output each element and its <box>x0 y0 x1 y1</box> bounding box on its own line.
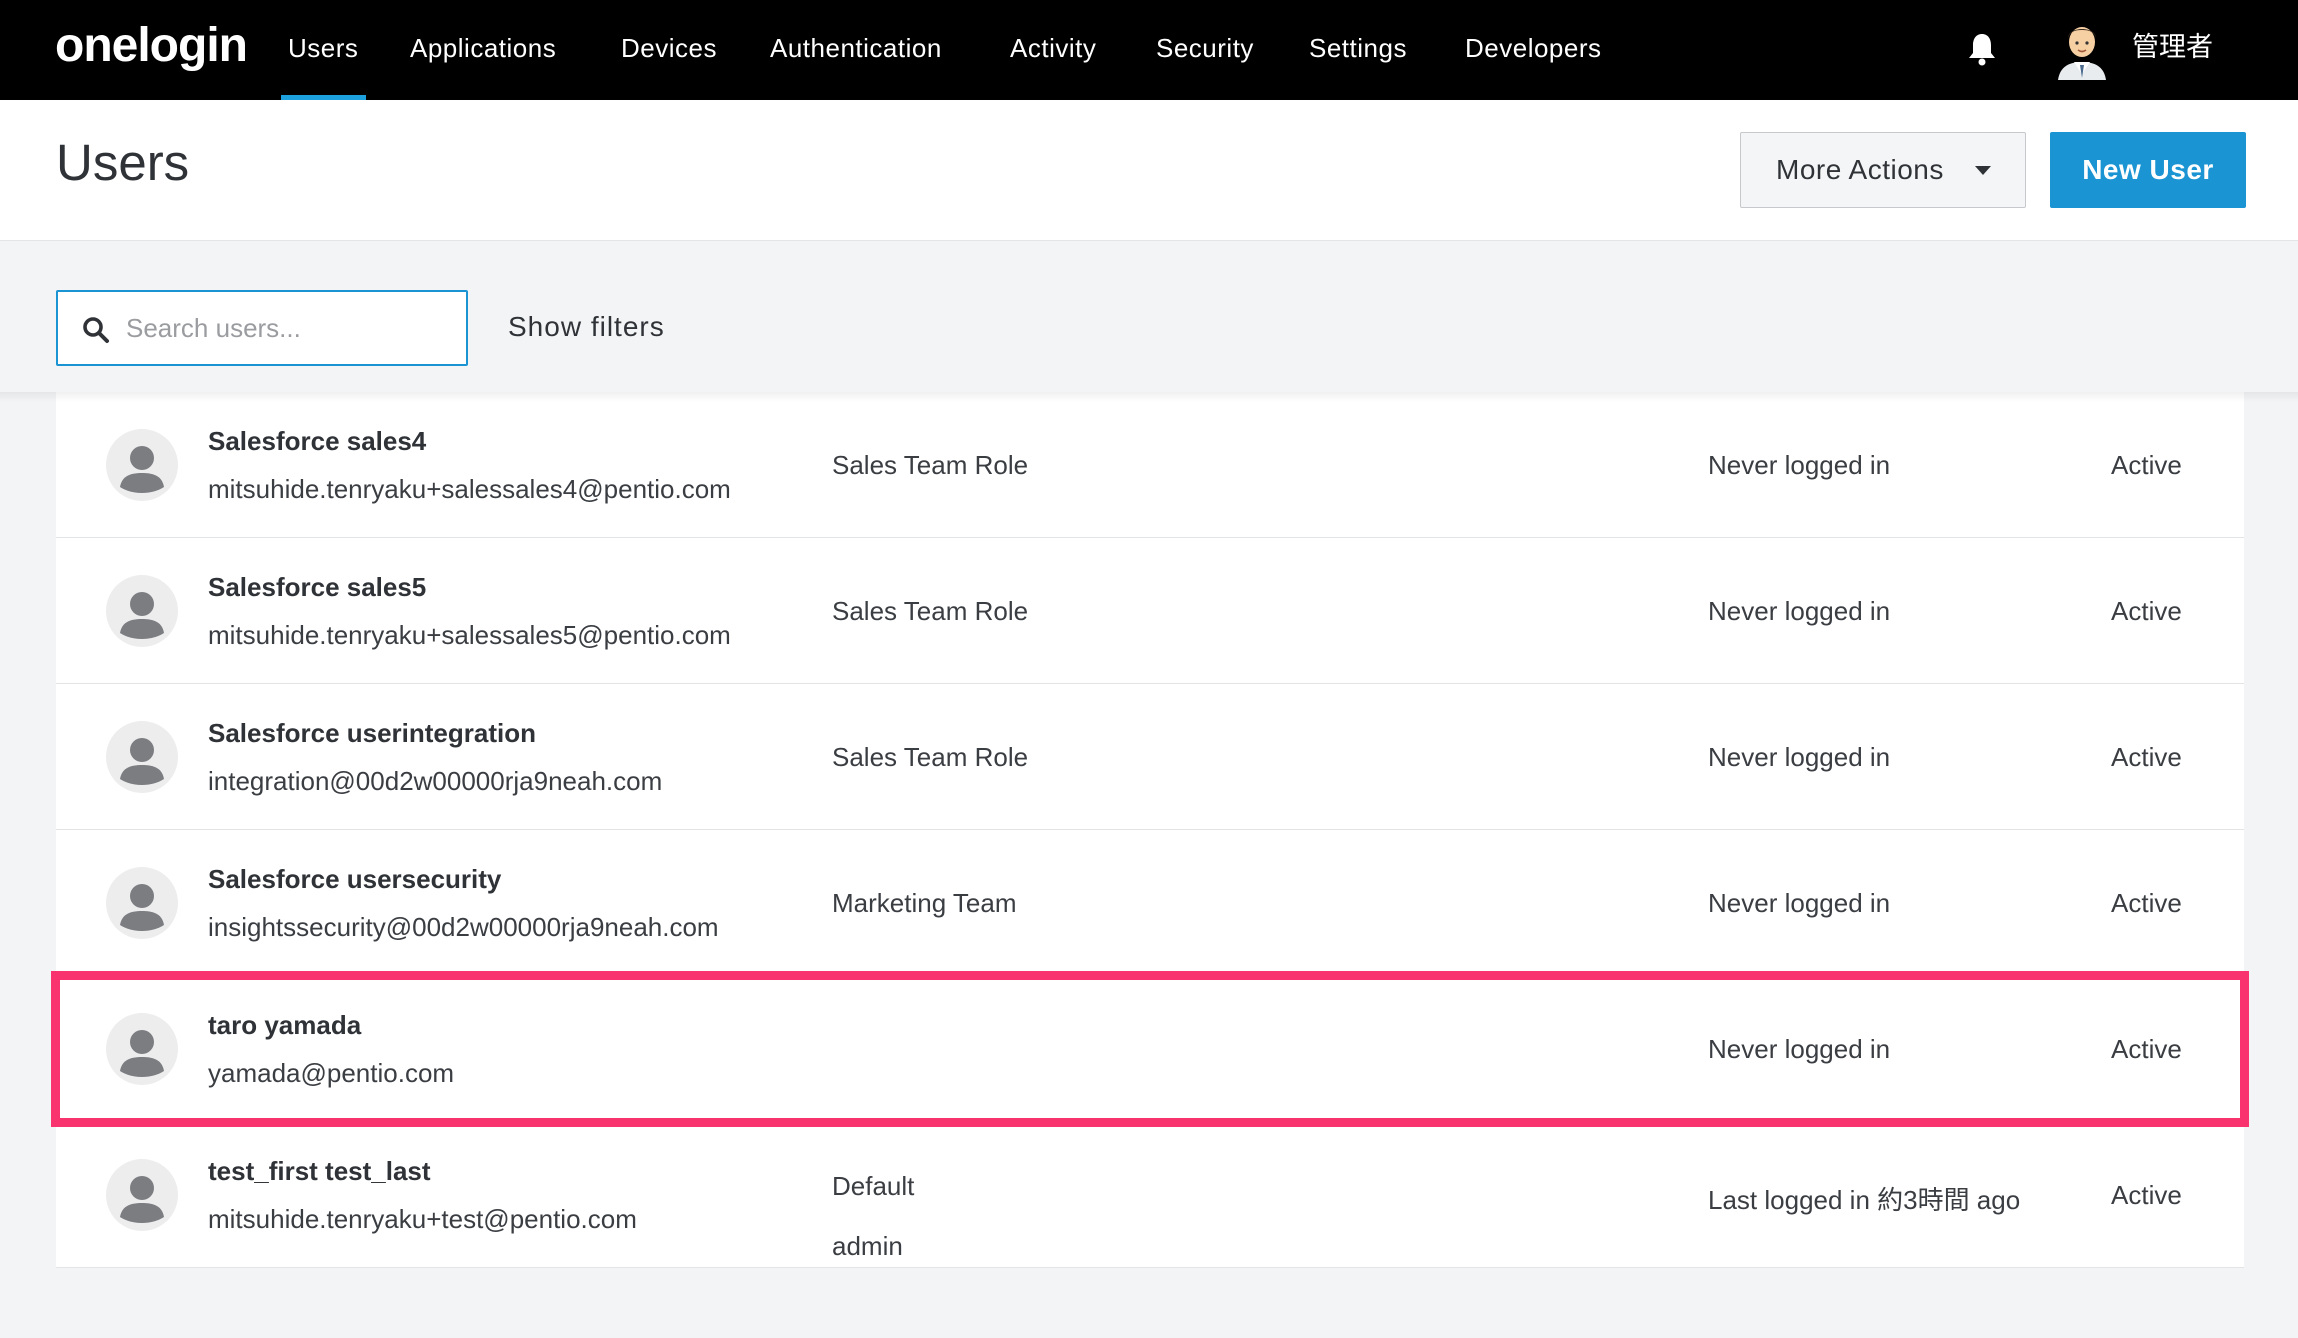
user-row[interactable]: Salesforce sales5 mitsuhide.tenryaku+sal… <box>56 538 2244 684</box>
page-title: Users <box>56 134 190 191</box>
user-last-login: Never logged in <box>1708 596 1891 626</box>
caret-down-icon <box>1975 166 1991 175</box>
user-role: admin <box>832 1231 903 1261</box>
user-list-viewport[interactable]: Salesforce sales3 mitsuhide.tenryaku+sal… <box>0 392 2298 1338</box>
admin-avatar-icon[interactable] <box>2052 18 2112 80</box>
nav-devices[interactable]: Devices <box>621 0 717 100</box>
nav-users[interactable]: Users <box>280 0 367 100</box>
search-box[interactable] <box>56 290 468 366</box>
onelogin-logo[interactable]: onelogin <box>55 18 248 73</box>
top-navigation: onelogin Users Applications Devices Auth… <box>0 0 2298 100</box>
user-row[interactable]: Salesforce sales4 mitsuhide.tenryaku+sal… <box>56 392 2244 538</box>
user-avatar-icon <box>106 721 178 793</box>
nav-activity[interactable]: Activity <box>1010 0 1096 100</box>
user-last-login: Never logged in <box>1708 1034 1891 1064</box>
user-role: Sales Team Role <box>832 742 1029 772</box>
user-roles: Marketing Team <box>832 888 1017 919</box>
user-email: insightssecurity@00d2w00000rja9neah.com <box>208 912 719 942</box>
user-status: Active <box>2111 1180 2182 1210</box>
show-filters-link[interactable]: Show filters <box>508 242 665 412</box>
user-status: Active <box>2111 596 2182 626</box>
nav-settings[interactable]: Settings <box>1309 0 1407 100</box>
more-actions-label: More Actions <box>1776 154 1944 185</box>
user-roles: Sales Team Role <box>832 742 1028 773</box>
user-avatar-icon <box>106 1013 178 1085</box>
user-status: Active <box>2111 1034 2182 1064</box>
user-row[interactable]: Salesforce usersecurity insightssecurity… <box>56 830 2244 976</box>
more-actions-button[interactable]: More Actions <box>1740 132 2026 208</box>
user-last-login: Last logged in 約3時間 ago <box>1708 1185 2021 1215</box>
nav-security[interactable]: Security <box>1156 0 1254 100</box>
user-role: Sales Team Role <box>832 596 1029 626</box>
search-input[interactable] <box>126 302 456 354</box>
user-name[interactable]: test_first test_last <box>208 1156 431 1187</box>
page-header: Users More Actions New User <box>0 100 2298 241</box>
admin-name[interactable]: 管理者 <box>2132 0 2213 96</box>
user-last-login: Never logged in <box>1708 450 1891 480</box>
user-name[interactable]: Salesforce usersecurity <box>208 864 501 895</box>
nav-applications[interactable]: Applications <box>410 0 556 100</box>
user-name[interactable]: Salesforce sales5 <box>208 572 426 603</box>
user-roles: Sales Team Role <box>832 450 1028 481</box>
user-role: Marketing Team <box>832 888 1017 918</box>
user-email: mitsuhide.tenryaku+salessales4@pentio.co… <box>208 474 731 504</box>
user-status: Active <box>2111 888 2182 918</box>
user-roles: Default admin <box>832 1156 914 1276</box>
user-avatar-icon <box>106 1159 178 1231</box>
user-status: Active <box>2111 450 2182 480</box>
user-row[interactable]: test_first test_last mitsuhide.tenryaku+… <box>56 1122 2244 1268</box>
user-email: integration@00d2w00000rja9neah.com <box>208 766 663 796</box>
user-list: Salesforce sales3 mitsuhide.tenryaku+sal… <box>51 392 2249 1268</box>
user-role: Default <box>832 1171 915 1201</box>
user-role: Sales Team Role <box>832 450 1029 480</box>
user-email: yamada@pentio.com <box>208 1058 455 1088</box>
user-last-login: Never logged in <box>1708 742 1891 772</box>
search-icon <box>83 317 109 343</box>
nav-authentication[interactable]: Authentication <box>770 0 942 100</box>
user-name[interactable]: taro yamada <box>208 1010 361 1041</box>
user-row-highlighted[interactable]: taro yamada yamada@pentio.com Never logg… <box>51 971 2249 1127</box>
user-avatar-icon <box>106 575 178 647</box>
user-row[interactable]: Salesforce userintegration integration@0… <box>56 684 2244 830</box>
search-toolbar: Show filters <box>0 242 2298 392</box>
user-avatar-icon <box>106 867 178 939</box>
user-name[interactable]: Salesforce sales4 <box>208 426 426 457</box>
user-name[interactable]: Salesforce userintegration <box>208 718 536 749</box>
nav-developers[interactable]: Developers <box>1465 0 1602 100</box>
user-status: Active <box>2111 742 2182 772</box>
user-email: mitsuhide.tenryaku+salessales5@pentio.co… <box>208 620 731 650</box>
bell-icon[interactable] <box>1966 32 1998 66</box>
user-last-login: Never logged in <box>1708 888 1891 918</box>
user-avatar-icon <box>106 429 178 501</box>
new-user-button[interactable]: New User <box>2050 132 2246 208</box>
list-top-shadow <box>0 392 2298 402</box>
user-email: mitsuhide.tenryaku+test@pentio.com <box>208 1204 637 1234</box>
user-roles: Sales Team Role <box>832 596 1028 627</box>
